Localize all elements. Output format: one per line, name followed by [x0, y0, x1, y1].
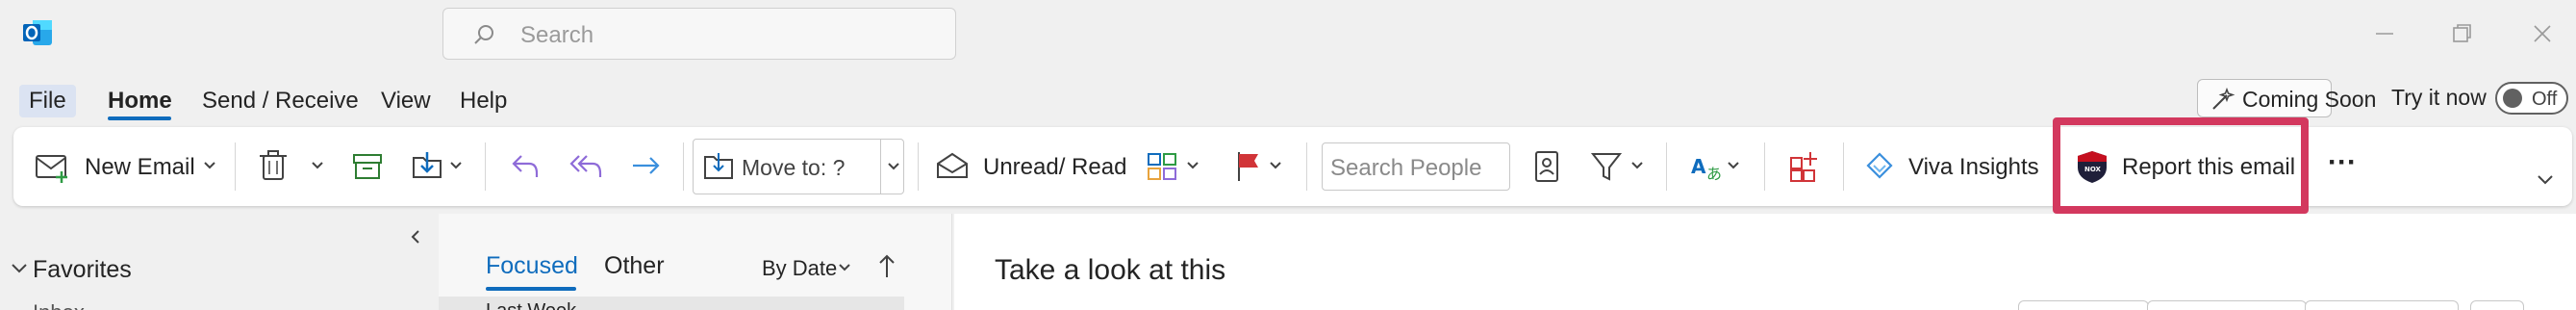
coming-soon-label: Coming Soon [2242, 87, 2377, 112]
outlook-logo-icon [21, 16, 54, 49]
favorites-header[interactable]: Favorites [33, 256, 132, 284]
ribbon-divider [1764, 142, 1765, 191]
active-tab-indicator [108, 116, 171, 120]
chevron-down-icon[interactable] [202, 160, 217, 171]
viva-insights-icon[interactable] [1860, 142, 1899, 191]
title-bar [0, 0, 2576, 67]
ribbon-expand-chevron-icon[interactable] [2536, 173, 2555, 187]
menu-send-receive[interactable]: Send / Receive [202, 85, 359, 117]
move-to-dropdown[interactable]: Move to: ? [693, 139, 904, 194]
toggle-state-label: Off [2532, 89, 2558, 110]
email-subject: Take a look at this [995, 254, 1226, 286]
tab-focused[interactable]: Focused [486, 252, 578, 280]
shield-icon[interactable]: NOX [2074, 142, 2110, 191]
unread-read-button[interactable]: Unread/ Read [983, 154, 1126, 181]
dropdown-divider [880, 140, 881, 194]
ribbon-divider [485, 142, 486, 191]
new-email-icon[interactable] [33, 142, 71, 191]
delete-icon[interactable] [256, 142, 290, 191]
ribbon-divider [1666, 142, 1667, 191]
svg-text:NOX: NOX [2084, 166, 2102, 173]
menu-file[interactable]: File [19, 85, 76, 117]
ribbon-divider [1306, 142, 1307, 191]
viva-insights-button[interactable]: Viva Insights [1908, 154, 2039, 181]
chevron-down-icon[interactable] [310, 160, 325, 171]
move-to-label: Move to: ? [742, 155, 846, 180]
envelope-open-icon[interactable] [933, 142, 972, 191]
address-book-icon[interactable] [1529, 142, 1564, 191]
menu-help[interactable]: Help [460, 85, 507, 117]
reply-icon[interactable] [506, 142, 544, 191]
new-email-button[interactable]: New Email [85, 154, 195, 181]
list-group-label: Last Week [486, 300, 576, 310]
chevron-down-icon[interactable] [1726, 160, 1741, 171]
chevron-down-icon[interactable] [1185, 160, 1200, 171]
magic-wand-icon [2210, 86, 2236, 113]
filter-icon[interactable] [1589, 142, 1624, 191]
try-it-now-label: Try it now [2391, 85, 2487, 110]
more-options-button[interactable]: ··· [2328, 146, 2357, 179]
reply-all-action-button[interactable] [2147, 300, 2307, 310]
chevron-down-icon[interactable] [1268, 160, 1283, 171]
search-people-input[interactable]: Search People [1322, 142, 1510, 191]
ribbon-divider [1843, 142, 1844, 191]
tab-other[interactable]: Other [604, 252, 665, 280]
folder-item-inbox[interactable]: Inbox [33, 300, 85, 310]
search-input[interactable]: Search [442, 8, 956, 60]
archive-icon[interactable] [348, 142, 387, 191]
chevron-down-icon [886, 161, 901, 172]
svg-text:A: A [1691, 155, 1706, 178]
sort-direction-arrow-icon[interactable] [877, 252, 897, 281]
flag-icon[interactable] [1231, 142, 1266, 191]
restore-button[interactable] [2445, 17, 2478, 50]
search-placeholder: Search [520, 22, 594, 48]
ribbon-divider [683, 142, 684, 191]
chevron-down-icon[interactable] [10, 262, 29, 275]
more-actions-button[interactable] [2470, 300, 2524, 310]
new-outlook-toggle[interactable]: Off [2495, 82, 2568, 115]
menu-home[interactable]: Home [108, 85, 172, 117]
report-email-button[interactable]: Report this email [2122, 154, 2295, 181]
minimize-button[interactable] [2368, 17, 2401, 50]
toggle-knob [2503, 89, 2522, 108]
menu-view[interactable]: View [381, 85, 431, 117]
forward-action-button[interactable] [2305, 300, 2459, 310]
collapse-pane-chevron-icon[interactable] [408, 227, 423, 246]
forward-icon[interactable] [627, 142, 666, 191]
apps-add-icon[interactable] [1785, 142, 1824, 191]
svg-text:あ: あ [1706, 165, 1722, 183]
close-button[interactable] [2526, 17, 2559, 50]
sort-by-button[interactable]: By Date [762, 256, 837, 281]
search-icon [472, 23, 495, 46]
categorize-icon[interactable] [1145, 142, 1183, 191]
reply-all-icon[interactable] [566, 142, 608, 191]
reply-action-button[interactable] [2018, 300, 2149, 310]
move-icon[interactable] [408, 142, 446, 191]
ribbon-divider [918, 142, 919, 191]
ribbon-divider [235, 142, 236, 191]
translate-icon[interactable]: Aあ [1689, 142, 1728, 191]
folder-move-icon [701, 149, 736, 184]
coming-soon-button[interactable]: Coming Soon [2197, 79, 2376, 117]
chevron-down-icon[interactable] [448, 160, 464, 171]
chevron-down-icon[interactable] [1629, 160, 1645, 171]
search-people-placeholder: Search People [1330, 155, 1482, 181]
active-tab-indicator [486, 287, 576, 291]
chevron-down-icon[interactable] [837, 262, 852, 273]
